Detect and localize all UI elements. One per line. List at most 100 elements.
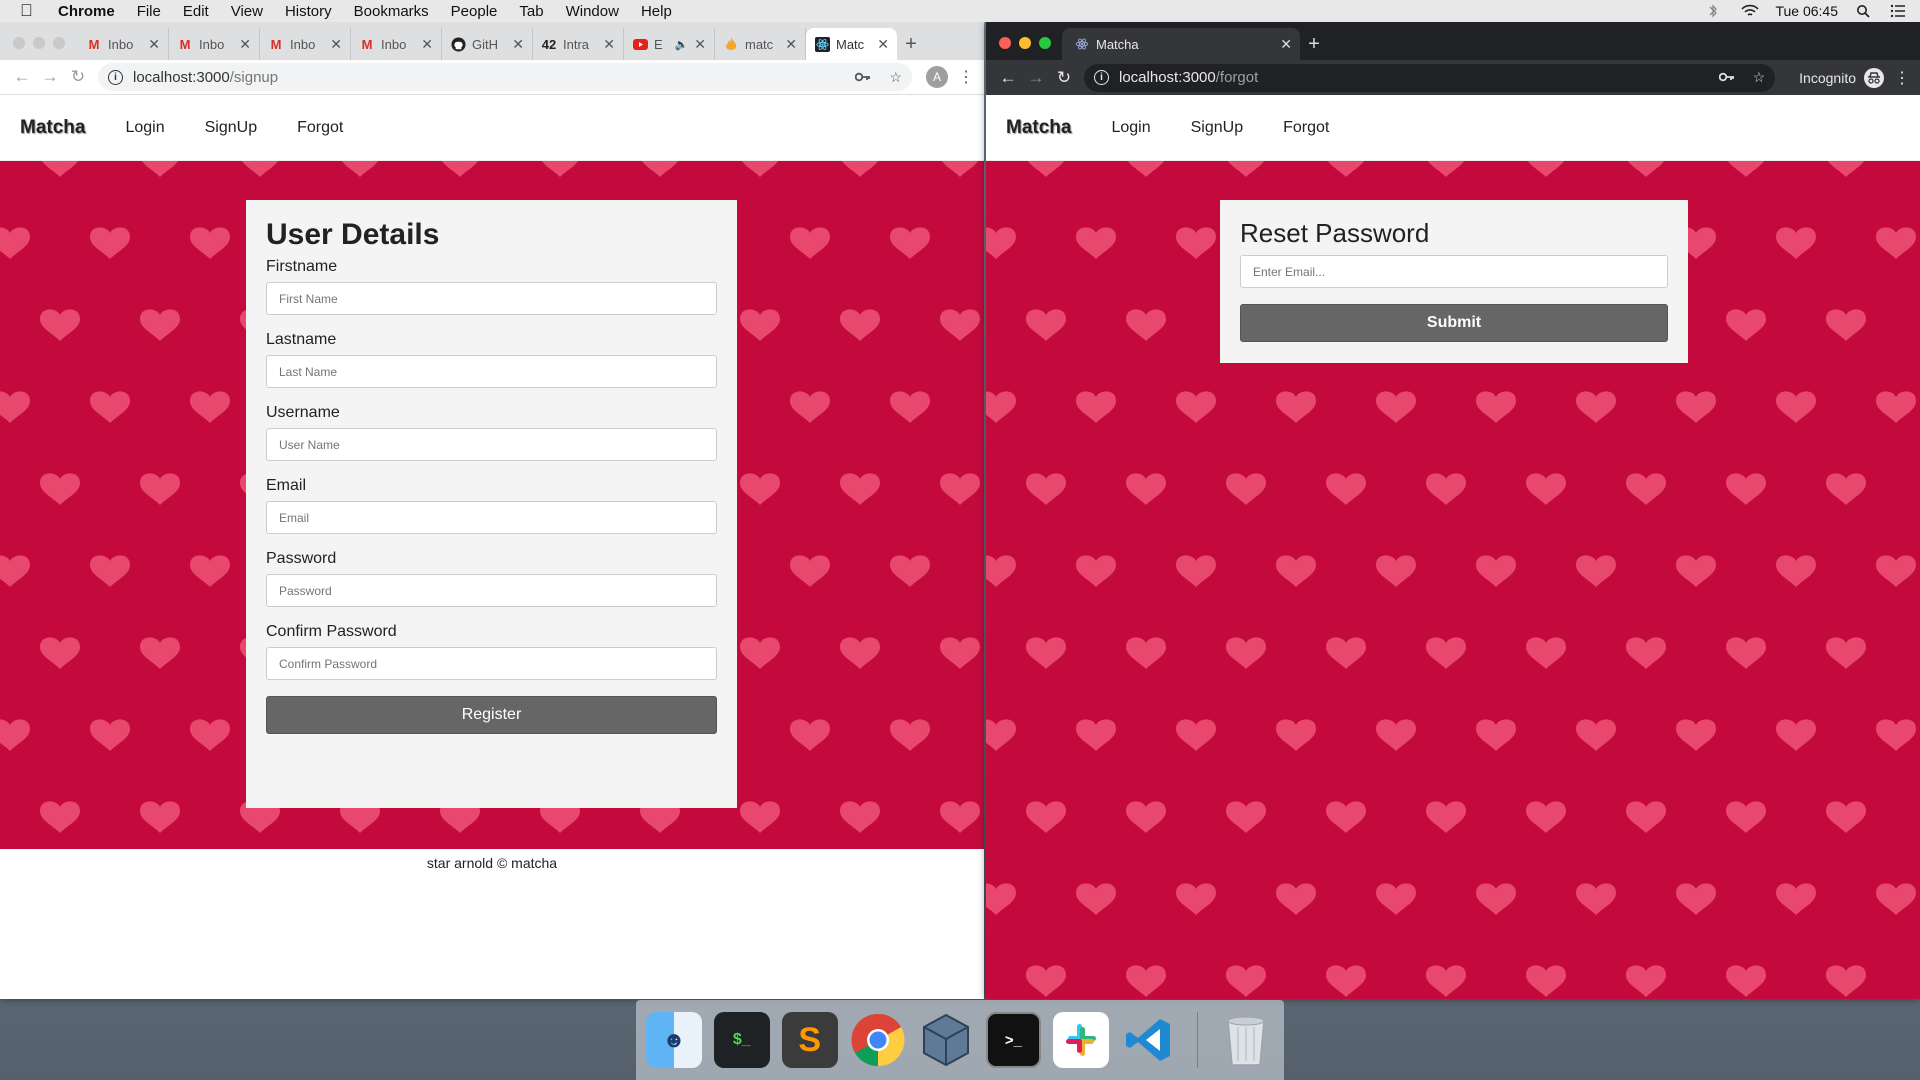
key-icon[interactable] [1718, 69, 1735, 86]
close-tab-icon[interactable]: ✕ [330, 36, 342, 53]
menu-bookmarks[interactable]: Bookmarks [354, 3, 429, 20]
minimize-window-button[interactable] [1019, 37, 1031, 49]
zoom-window-button[interactable] [1039, 37, 1051, 49]
wifi-icon[interactable] [1741, 4, 1760, 18]
reload-icon[interactable]: ↻ [1050, 64, 1078, 92]
trash-icon[interactable] [1218, 1012, 1274, 1068]
menu-app-name[interactable]: Chrome [58, 3, 115, 20]
email-input[interactable] [266, 501, 717, 534]
nav-signup[interactable]: SignUp [205, 119, 257, 137]
back-arrow-icon[interactable]: ← [8, 63, 36, 91]
close-tab-icon[interactable]: ✕ [785, 36, 797, 53]
address-bar[interactable]: i localhost:3000/forgot ☆ [1084, 63, 1776, 92]
site-brand[interactable]: Matcha [1006, 117, 1071, 139]
finder-icon[interactable]: ☻ [646, 1012, 702, 1068]
forward-arrow-icon[interactable]: → [1022, 64, 1050, 92]
browser-tab[interactable]: M Inbo ✕ [351, 28, 442, 60]
site-info-icon[interactable]: i [1094, 70, 1109, 85]
firstname-input[interactable] [266, 282, 717, 315]
menu-view[interactable]: View [231, 3, 263, 20]
virtualbox-icon[interactable] [918, 1012, 974, 1068]
submit-button[interactable]: Submit [1240, 304, 1668, 342]
tab-label: Matcha [1096, 36, 1139, 52]
browser-tab[interactable]: E 🔈 ✕ [624, 28, 715, 60]
chrome-icon[interactable] [850, 1012, 906, 1068]
lastname-input[interactable] [266, 355, 717, 388]
spotlight-search-icon[interactable] [1856, 4, 1872, 18]
site-navbar: Matcha Login SignUp Forgot [986, 95, 1920, 161]
heart-shape [790, 227, 830, 259]
close-tab-icon[interactable]: ✕ [421, 36, 433, 53]
username-input[interactable] [266, 428, 717, 461]
nav-forgot[interactable]: Forgot [1283, 119, 1329, 137]
bookmark-star-icon[interactable]: ☆ [1753, 69, 1766, 86]
firstname-label: Firstname [266, 258, 338, 275]
heart-shape [40, 473, 80, 505]
profile-avatar[interactable]: A [926, 66, 948, 88]
menu-help[interactable]: Help [641, 3, 672, 20]
more-menu-icon[interactable]: ⋮ [956, 67, 976, 87]
close-tab-icon[interactable]: ✕ [148, 36, 160, 53]
password-input[interactable] [266, 574, 717, 607]
menubar-clock[interactable]: Tue 06:45 [1775, 3, 1838, 19]
sublime-text-icon[interactable]: S [781, 1012, 838, 1068]
heart-shape [1276, 555, 1316, 587]
menu-history[interactable]: History [285, 3, 332, 20]
browser-tab[interactable]: matc ✕ [715, 28, 806, 60]
close-tab-icon[interactable]: ✕ [1280, 36, 1292, 53]
site-info-icon[interactable]: i [108, 69, 123, 85]
register-button[interactable]: Register [266, 696, 717, 734]
nav-signup[interactable]: SignUp [1191, 119, 1243, 137]
close-tab-icon[interactable]: ✕ [239, 36, 251, 53]
slack-icon[interactable] [1053, 1012, 1110, 1068]
terminal-green-icon[interactable]: $_ [713, 1012, 770, 1068]
browser-tab[interactable]: M Inbo ✕ [78, 28, 169, 60]
close-tab-icon[interactable]: ✕ [877, 36, 889, 53]
address-bar[interactable]: i localhost:3000/signup ☆ [98, 63, 912, 91]
more-menu-icon[interactable]: ⋮ [1892, 68, 1912, 88]
new-tab-button[interactable]: + [897, 28, 925, 60]
zoom-window-button[interactable] [53, 37, 65, 49]
browser-tab[interactable]: GitH ✕ [442, 28, 533, 60]
terminal-icon[interactable]: >_ [985, 1012, 1042, 1068]
incognito-indicator[interactable]: Incognito [1799, 67, 1884, 88]
minimize-window-button[interactable] [33, 37, 45, 49]
close-tab-icon[interactable]: ✕ [694, 36, 706, 53]
apple-menu-icon[interactable]:  [20, 2, 36, 19]
nav-login[interactable]: Login [125, 119, 164, 137]
close-window-button[interactable] [13, 37, 25, 49]
speaker-icon[interactable]: 🔈 [675, 38, 689, 51]
menu-file[interactable]: File [137, 3, 161, 20]
bluetooth-icon[interactable] [1707, 4, 1723, 18]
menu-tab[interactable]: Tab [519, 3, 543, 20]
bookmark-star-icon[interactable]: ☆ [889, 69, 902, 86]
browser-tab[interactable]: 42 Intra ✕ [533, 28, 624, 60]
notification-center-icon[interactable] [1890, 4, 1906, 18]
menu-edit[interactable]: Edit [183, 3, 209, 20]
site-brand[interactable]: Matcha [20, 117, 85, 139]
menu-people[interactable]: People [451, 3, 498, 20]
browser-tab[interactable]: M Inbo ✕ [169, 28, 260, 60]
nav-forgot[interactable]: Forgot [297, 119, 343, 137]
browser-toolbar: ← → ↻ i localhost:3000/forgot ☆ Incognit… [986, 60, 1920, 95]
close-tab-icon[interactable]: ✕ [603, 36, 615, 53]
browser-tab[interactable]: M Inbo ✕ [260, 28, 351, 60]
close-window-button[interactable] [999, 37, 1011, 49]
key-icon[interactable] [855, 69, 871, 86]
forward-arrow-icon[interactable]: → [36, 63, 64, 91]
reload-icon[interactable]: ↻ [64, 63, 92, 91]
close-tab-icon[interactable]: ✕ [512, 36, 524, 53]
hearts-background: User Details Firstname Lastname Username… [0, 161, 984, 849]
nav-login[interactable]: Login [1111, 119, 1150, 137]
back-arrow-icon[interactable]: ← [994, 64, 1022, 92]
browser-tab-active[interactable]: Matcha ✕ [1062, 28, 1300, 60]
heart-shape [1676, 555, 1716, 587]
heart-shape [1876, 227, 1916, 259]
reset-email-input[interactable] [1240, 255, 1668, 288]
confirm-password-input[interactable] [266, 647, 717, 680]
new-tab-button[interactable]: + [1300, 28, 1328, 60]
menu-window[interactable]: Window [566, 3, 619, 20]
vscode-icon[interactable] [1121, 1012, 1177, 1068]
browser-tab-active[interactable]: Matc ✕ [806, 28, 897, 60]
heart-shape [1276, 391, 1316, 423]
